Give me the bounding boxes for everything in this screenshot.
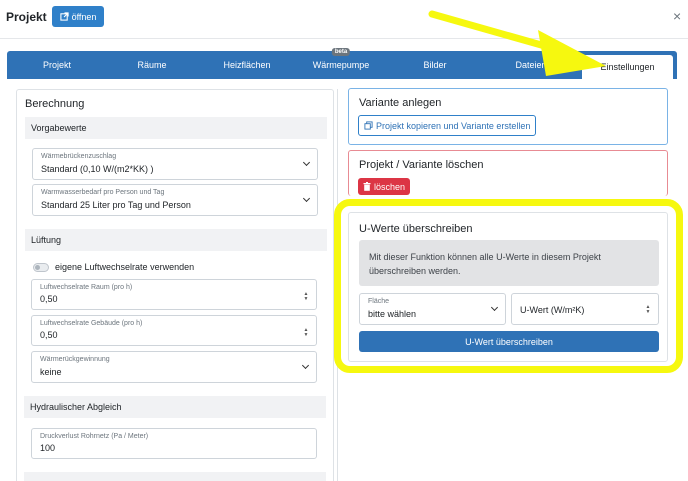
section-hydraulischer-abgleich: Hydraulischer Abgleich [24,396,326,418]
chevron-down-icon [302,158,311,167]
open-project-label: öffnen [71,11,97,22]
modal-title: Projekt [6,10,47,24]
tab-raeume[interactable]: Räume [102,51,202,79]
section-vorgabewerte: Vorgabewerte [25,117,327,139]
field-label: Luftwechselrate Gebäude (pro h) [40,320,143,327]
berechnung-title: Berechnung [25,98,85,110]
toggle-switch[interactable] [33,262,49,272]
field-value: Standard 25 Liter pro Tag und Person [41,200,191,210]
luftwechselrate-raum-input[interactable]: Luftwechselrate Raum (pro h) 0,50 ▲ ▼ [31,279,317,310]
field-value: 0,50 [40,294,58,304]
field-value: 100 [40,443,56,453]
delete-label: löschen [374,181,406,192]
toggle-knob [35,264,40,270]
luftwechselrate-toggle[interactable]: eigene Luftwechselrate verwenden [33,261,194,273]
chevron-down-icon [302,194,311,203]
tab-heizflaechen[interactable]: Heizflächen [197,51,297,79]
field-label: Wärmerückgewinnung [40,356,110,363]
copy-icon [364,121,373,130]
tab-projekt[interactable]: Projekt [7,51,107,79]
warmwasserbedarf-select[interactable]: Warmwasserbedarf pro Person und Tag Stan… [32,184,318,216]
arrow-annotation-icon [428,10,606,76]
field-label: Druckverlust Rohrnetz (Pa / Meter) [40,433,149,440]
spinner-icon[interactable]: ▲ ▼ [303,328,309,338]
field-value: Standard (0,10 W/(m2*KK) ) [41,164,154,174]
close-icon[interactable]: × [673,9,681,23]
open-project-button[interactable]: öffnen [52,6,104,27]
trash-icon [363,182,371,191]
copy-variant-button[interactable]: Projekt kopieren und Variante erstellen [358,115,537,136]
copy-variant-label: Projekt kopieren und Variante erstellen [376,120,531,131]
external-link-icon [59,12,69,21]
chevron-down-icon [301,361,310,370]
field-label: Warmwasserbedarf pro Person und Tag [41,189,165,196]
field-value: 0,50 [40,330,58,340]
delete-button[interactable]: löschen [358,178,411,195]
waermebrueckenzuschlag-select[interactable]: Wärmebrückenzuschlag Standard (0,10 W/(m… [32,148,318,180]
field-label: Wärmebrückenzuschlag [41,153,117,160]
delete-card: Projekt / Variante löschen löschen [348,150,668,196]
highlight-annotation [334,199,683,373]
section-lueftung: Lüftung [25,229,327,251]
tab-waermepumpe[interactable]: beta Wärmepumpe [291,48,391,79]
section-partial [24,472,326,481]
field-label: Luftwechselrate Raum (pro h) [40,284,133,291]
waermerueckgewinnung-select[interactable]: Wärmerückgewinnung keine [31,351,317,383]
spinner-icon[interactable]: ▲ ▼ [303,292,309,302]
toggle-label: eigene Luftwechselrate verwenden [55,262,195,272]
variant-title: Variante anlegen [359,97,442,109]
delete-title: Projekt / Variante löschen [359,159,484,171]
variant-card: Variante anlegen Projekt kopieren und Va… [348,88,668,145]
luftwechselrate-gebaeude-input[interactable]: Luftwechselrate Gebäude (pro h) 0,50 ▲ ▼ [31,315,317,346]
field-value: keine [40,367,62,377]
druckverlust-input[interactable]: Druckverlust Rohrnetz (Pa / Meter) 100 [31,428,317,459]
beta-badge: beta [331,48,351,56]
